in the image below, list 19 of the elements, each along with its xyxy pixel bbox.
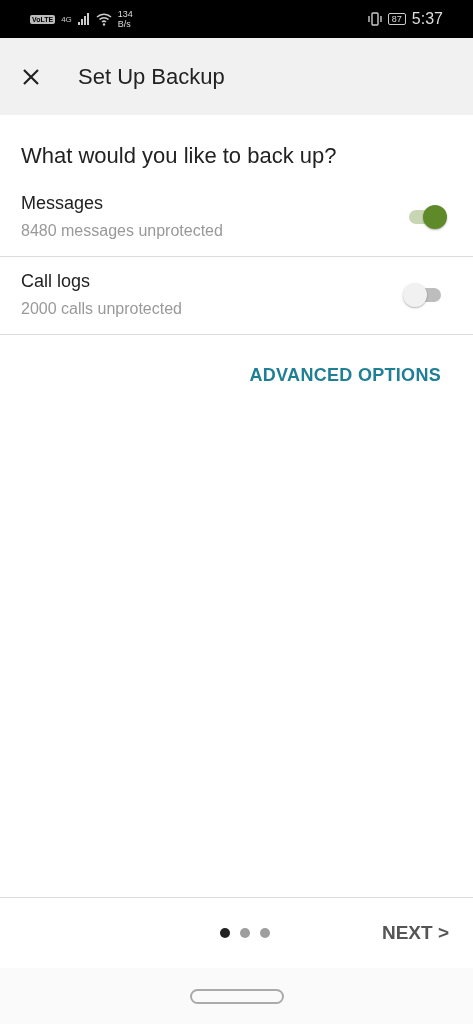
next-button[interactable]: NEXT > [381,922,449,944]
vibrate-icon [367,12,382,26]
option-subtitle: 2000 calls unprotected [21,300,183,318]
home-gesture-bar[interactable] [189,988,284,1004]
option-subtitle: 8480 messages unprotected [21,222,224,240]
section-heading: What would you like to back up? [20,142,338,170]
option-title: Call logs [21,271,92,292]
speed-unit: B/s [117,19,132,29]
network-type: 4G [61,14,72,24]
advanced-options-link[interactable]: ADVANCED OPTIONS [249,365,441,386]
signal-icon [77,13,90,25]
speed-value: 134 [117,9,133,19]
battery-level: 87 [387,13,406,25]
screen-title: Set Up Backup [78,63,225,90]
close-icon [22,67,40,86]
close-button[interactable] [22,67,40,86]
clock: 5:37 [411,10,443,28]
option-title: Messages [21,193,105,214]
wifi-icon [95,12,112,26]
